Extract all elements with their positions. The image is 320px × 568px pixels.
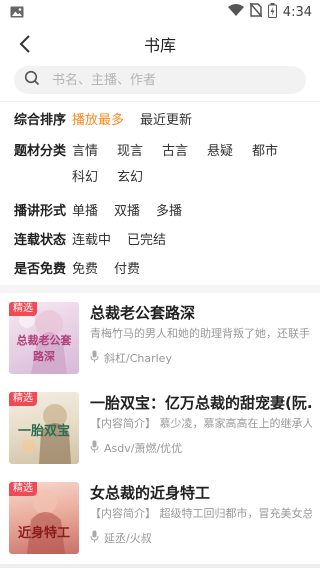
search-box[interactable] <box>14 66 306 94</box>
filter-option-most-played[interactable]: 播放最多 <box>72 108 124 134</box>
filter-option-genre[interactable]: 科幻 <box>72 165 100 191</box>
next-item-peek <box>0 564 320 568</box>
filter-option-price[interactable]: 免费 <box>72 257 98 283</box>
filter-option-genre[interactable]: 悬疑 <box>207 139 235 165</box>
featured-badge: 精选 <box>9 302 37 316</box>
book-author: 延丞/火叔 <box>90 530 152 546</box>
filter-option-status[interactable]: 已完结 <box>127 228 166 254</box>
book-list: 精选 总裁老公套路深 总裁老公套路深 青梅竹马的男人和她的助理背叛了她，还联手 … <box>0 296 320 566</box>
back-arrow-icon <box>18 34 32 58</box>
book-description: 【内容简介】 慕少凌，慕家高高在上的继承人 <box>90 417 312 430</box>
book-cover: 精选 总裁老公套路深 <box>9 302 79 374</box>
author-name: Asdv/萧燃/优优 <box>104 442 183 455</box>
filter-option-genre[interactable]: 古言 <box>162 139 190 165</box>
status-time: 4:34 <box>282 4 312 20</box>
featured-badge: 精选 <box>9 482 37 496</box>
filter-label-status: 连载状态 <box>14 233 67 248</box>
cover-title: 一胎双宝 <box>17 424 70 439</box>
divider <box>0 101 320 102</box>
filter-label-genre: 题材分类 <box>14 144 67 159</box>
book-cover: 精选 一胎双宝 <box>9 392 79 464</box>
gallery-icon <box>10 3 24 22</box>
book-description: 青梅竹马的男人和她的助理背叛了她，还联手 <box>90 327 310 340</box>
filter-row-status: 连载状态 连载中 已完结 <box>0 228 320 254</box>
filter-option-genre[interactable]: 言情 <box>72 139 100 165</box>
filter-option-status[interactable]: 连载中 <box>72 228 111 254</box>
book-title: 一胎双宝：亿万总裁的甜宠妻(阮... <box>90 394 312 412</box>
microphone-icon <box>90 530 104 546</box>
book-author: Asdv/萧燃/优优 <box>90 440 182 456</box>
filter-row-format: 播讲形式 单播 双播 多播 <box>0 199 320 225</box>
search-icon <box>24 70 40 90</box>
featured-badge: 精选 <box>9 392 37 406</box>
filter-option-genre[interactable]: 都市 <box>252 139 280 165</box>
section-divider <box>0 285 320 293</box>
filter-row-sort: 综合排序 播放最多 最近更新 <box>0 108 320 134</box>
microphone-icon <box>90 440 104 456</box>
filter-option-recent[interactable]: 最近更新 <box>140 108 192 134</box>
author-name: 斜杠/Charley <box>104 352 172 365</box>
filter-panel: 综合排序 播放最多 最近更新 题材分类 言情 现言 古言 悬疑 都市 科幻 玄幻… <box>0 108 320 283</box>
book-cover: 精选 近身特工 <box>9 482 79 554</box>
filter-label-price: 是否免费 <box>14 262 67 277</box>
microphone-icon <box>90 350 104 366</box>
battery-icon <box>267 2 277 22</box>
author-name: 延丞/火叔 <box>104 532 152 545</box>
filter-row-price: 是否免费 免费 付费 <box>0 257 320 283</box>
book-item[interactable]: 精选 总裁老公套路深 总裁老公套路深 青梅竹马的男人和她的助理背叛了她，还联手 … <box>0 296 320 386</box>
book-title: 女总裁的近身特工 <box>90 484 211 502</box>
filter-option-format[interactable]: 多播 <box>156 199 182 225</box>
no-sim-icon <box>249 2 263 21</box>
filter-row-genre: 题材分类 言情 现言 古言 悬疑 都市 科幻 玄幻 <box>0 139 320 195</box>
book-title: 总裁老公套路深 <box>90 304 196 322</box>
nav-bar: 书库 <box>0 24 320 68</box>
book-item[interactable]: 精选 近身特工 女总裁的近身特工 【内容简介】 超级特工回归都市，冒充美女总 延… <box>0 476 320 566</box>
search-input[interactable] <box>52 72 272 88</box>
cover-title: 近身特工 <box>17 526 70 541</box>
filter-option-format[interactable]: 双播 <box>114 199 140 225</box>
book-item[interactable]: 精选 一胎双宝 一胎双宝：亿万总裁的甜宠妻(阮... 【内容简介】 慕少凌，慕家… <box>0 386 320 476</box>
status-bar: 4:34 <box>0 0 320 24</box>
filter-option-format[interactable]: 单播 <box>72 199 98 225</box>
book-description: 【内容简介】 超级特工回归都市，冒充美女总 <box>90 507 312 520</box>
cover-title: 总裁老公套路深 <box>16 334 72 363</box>
wifi-icon <box>227 4 244 20</box>
filter-label-format: 播讲形式 <box>14 204 67 219</box>
filter-option-genre[interactable]: 玄幻 <box>117 165 145 191</box>
back-button[interactable] <box>12 32 38 60</box>
filter-label-sort: 综合排序 <box>14 113 67 128</box>
page-title: 书库 <box>143 36 176 55</box>
book-author: 斜杠/Charley <box>90 350 172 366</box>
filter-option-price[interactable]: 付费 <box>114 257 140 283</box>
filter-option-genre[interactable]: 现言 <box>117 139 145 165</box>
